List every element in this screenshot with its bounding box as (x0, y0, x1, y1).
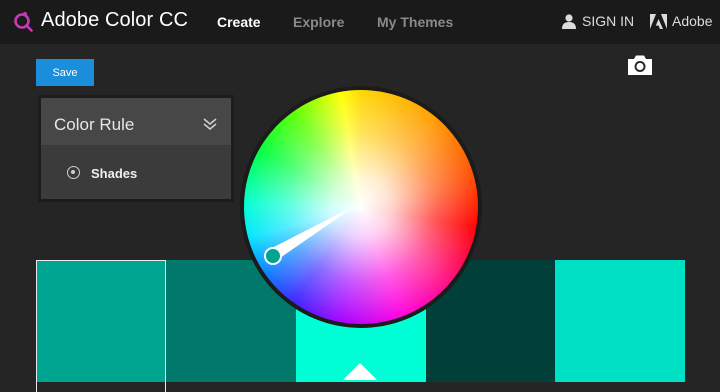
adobe-color-logo-icon[interactable] (12, 10, 34, 32)
swatch-1[interactable] (36, 260, 166, 382)
selected-swatch-outline (36, 381, 166, 392)
sign-in-label: SIGN IN (582, 13, 635, 29)
camera-icon[interactable] (626, 54, 654, 76)
color-rule-title: Color Rule (54, 115, 135, 134)
sign-in-link[interactable]: SIGN IN (562, 12, 634, 30)
adobe-logo-icon (650, 13, 667, 29)
shades-radio[interactable] (67, 166, 80, 179)
adobe-link[interactable]: Adobe (650, 12, 712, 30)
color-rule-option-shades[interactable]: Shades (41, 145, 231, 199)
color-wheel-handle[interactable] (240, 86, 482, 328)
chevron-double-down-icon[interactable] (203, 117, 217, 131)
swatch-5[interactable] (555, 260, 685, 382)
nav-my-themes[interactable]: My Themes (377, 14, 453, 30)
top-navigation-bar: Adobe Color CC Create Explore My Themes … (0, 0, 720, 44)
nav-create[interactable]: Create (217, 14, 261, 30)
color-rule-panel: Color Rule Shades (38, 95, 234, 202)
shades-label: Shades (91, 166, 138, 181)
brand-title[interactable]: Adobe Color CC (41, 9, 188, 32)
nav-explore[interactable]: Explore (293, 14, 344, 30)
user-icon (562, 13, 576, 29)
save-button[interactable]: Save (36, 59, 94, 86)
base-color-marker[interactable] (343, 363, 377, 380)
color-rule-dropdown[interactable]: Color Rule (41, 98, 231, 145)
adobe-label: Adobe (672, 13, 713, 29)
